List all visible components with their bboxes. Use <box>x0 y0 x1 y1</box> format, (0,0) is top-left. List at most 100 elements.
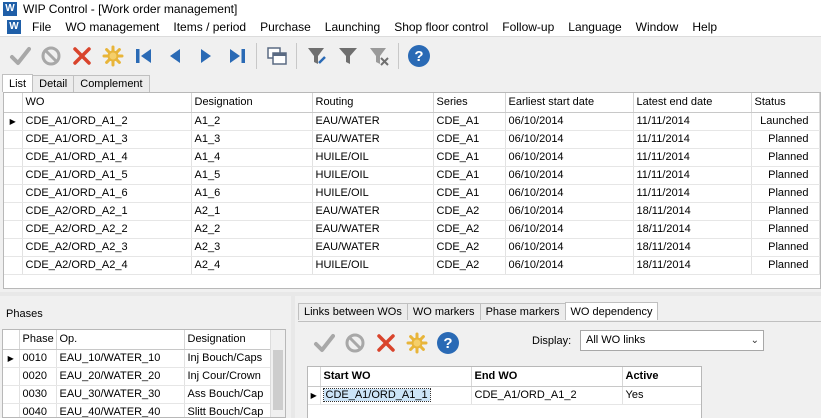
cell-routing[interactable]: EAU/WATER <box>312 202 434 221</box>
menu-help[interactable]: Help <box>685 17 724 37</box>
cell-series[interactable]: CDE_A2 <box>433 220 506 239</box>
cell-routing[interactable]: EAU/WATER <box>312 238 434 257</box>
validate-button[interactable] <box>4 41 35 71</box>
table-row[interactable]: CDE_A1/ORD_A1_4 A1_4 HUILE/OIL CDE_A1 06… <box>4 148 820 167</box>
cancel-button[interactable] <box>35 41 66 71</box>
table-row[interactable]: 0040 EAU_40/WATER_40 Slitt Bouch/Cap <box>3 403 272 417</box>
cell-wo[interactable]: CDE_A1/ORD_A1_4 <box>22 148 192 167</box>
table-row[interactable]: 0030 EAU_30/WATER_30 Ass Bouch/Cap <box>3 385 272 404</box>
column-header-series[interactable]: Series <box>433 93 506 113</box>
cell-wo[interactable]: CDE_A2/ORD_A2_1 <box>22 202 192 221</box>
filter-button[interactable] <box>332 41 363 71</box>
menu-purchase[interactable]: Purchase <box>253 17 318 37</box>
cell-designation[interactable]: Inj Bouch/Caps <box>184 349 272 368</box>
previous-record-button[interactable] <box>159 41 190 71</box>
help-button[interactable]: ? <box>403 41 434 71</box>
table-row[interactable]: CDE_A2/ORD_A2_2 A2_2 EAU/WATER CDE_A2 06… <box>4 220 820 239</box>
cell-series[interactable]: CDE_A2 <box>433 238 506 257</box>
phases-scrollbar[interactable] <box>270 330 285 417</box>
cell-wo[interactable]: CDE_A1/ORD_A1_5 <box>22 166 192 185</box>
table-row[interactable]: CDE_A2/ORD_A2_3 A2_3 EAU/WATER CDE_A2 06… <box>4 238 820 257</box>
cell-earliest-start[interactable]: 06/10/2014 <box>505 130 634 149</box>
table-row[interactable]: CDE_A1/ORD_A1_5 A1_5 HUILE/OIL CDE_A1 06… <box>4 166 820 185</box>
cell-latest-end[interactable]: 11/11/2014 <box>633 112 752 131</box>
cell-op[interactable]: EAU_20/WATER_20 <box>56 367 185 386</box>
menu-wo-management[interactable]: WO management <box>58 17 166 37</box>
menu-launching[interactable]: Launching <box>318 17 387 37</box>
cell-routing[interactable]: EAU/WATER <box>312 112 434 131</box>
cell-designation[interactable]: Ass Bouch/Cap <box>184 385 272 404</box>
tab-links-between-wos[interactable]: Links between WOs <box>298 303 408 320</box>
cell-designation[interactable]: Slitt Bouch/Cap <box>184 403 272 417</box>
column-header-wo[interactable]: WO <box>22 93 192 113</box>
delete-button[interactable] <box>66 41 97 71</box>
display-select[interactable]: All WO links ⌄ <box>580 330 764 351</box>
tab-phase-markers[interactable]: Phase markers <box>479 303 566 320</box>
cell-end-wo[interactable]: CDE_A1/ORD_A1_2 <box>471 386 623 405</box>
cell-start-wo[interactable]: CDE_A1/ORD_A1_1 <box>320 386 472 405</box>
column-header-latest-end[interactable]: Latest end date <box>633 93 752 113</box>
validate-button[interactable] <box>308 328 339 358</box>
help-button[interactable]: ? <box>432 328 463 358</box>
cell-earliest-start[interactable]: 06/10/2014 <box>505 112 634 131</box>
cell-designation[interactable]: A1_4 <box>191 148 313 167</box>
table-row[interactable]: ▶ CDE_A1/ORD_A1_1 CDE_A1/ORD_A1_2 Yes <box>308 386 701 405</box>
cell-series[interactable]: CDE_A1 <box>433 166 506 185</box>
column-header-routing[interactable]: Routing <box>312 93 434 113</box>
cell-designation[interactable]: A1_6 <box>191 184 313 203</box>
column-header-end-wo[interactable]: End WO <box>471 367 623 387</box>
table-row[interactable]: ▶ 0010 EAU_10/WATER_10 Inj Bouch/Caps <box>3 349 272 368</box>
cell-wo[interactable]: CDE_A2/ORD_A2_3 <box>22 238 192 257</box>
cell-latest-end[interactable]: 18/11/2014 <box>633 202 752 221</box>
cell-routing[interactable]: HUILE/OIL <box>312 166 434 185</box>
cell-phase[interactable]: 0030 <box>19 385 57 404</box>
cell-earliest-start[interactable]: 06/10/2014 <box>505 202 634 221</box>
cell-series[interactable]: CDE_A1 <box>433 184 506 203</box>
cell-latest-end[interactable]: 11/11/2014 <box>633 184 752 203</box>
cell-phase[interactable]: 0010 <box>19 349 57 368</box>
app-logo-icon[interactable]: W <box>7 19 21 34</box>
horizontal-splitter[interactable] <box>0 292 821 296</box>
tab-wo-markers[interactable]: WO markers <box>406 303 481 320</box>
menu-file[interactable]: File <box>25 17 58 37</box>
cell-designation[interactable]: A1_3 <box>191 130 313 149</box>
filter-edit-button[interactable] <box>301 41 332 71</box>
column-header-status[interactable]: Status <box>751 93 820 113</box>
delete-button[interactable] <box>370 328 401 358</box>
column-header-designation[interactable]: Designation <box>184 330 272 350</box>
cell-wo[interactable]: CDE_A2/ORD_A2_4 <box>22 256 192 275</box>
cell-latest-end[interactable]: 11/11/2014 <box>633 130 752 149</box>
cell-status[interactable]: Planned <box>751 220 820 239</box>
cell-latest-end[interactable]: 18/11/2014 <box>633 238 752 257</box>
next-record-button[interactable] <box>190 41 221 71</box>
cell-wo[interactable]: CDE_A1/ORD_A1_6 <box>22 184 192 203</box>
menu-shop-floor-control[interactable]: Shop floor control <box>387 17 495 37</box>
cell-earliest-start[interactable]: 06/10/2014 <box>505 238 634 257</box>
cell-status[interactable]: Planned <box>751 202 820 221</box>
cell-earliest-start[interactable]: 06/10/2014 <box>505 184 634 203</box>
cell-series[interactable]: CDE_A2 <box>433 202 506 221</box>
cell-latest-end[interactable]: 11/11/2014 <box>633 148 752 167</box>
cell-phase[interactable]: 0020 <box>19 367 57 386</box>
settings-button[interactable] <box>97 41 128 71</box>
cell-active[interactable]: Yes <box>622 386 701 405</box>
column-header-phase[interactable]: Phase <box>19 330 57 350</box>
first-record-button[interactable] <box>128 41 159 71</box>
settings-button[interactable] <box>401 328 432 358</box>
cell-status[interactable]: Planned <box>751 148 820 167</box>
cell-series[interactable]: CDE_A1 <box>433 112 506 131</box>
menu-items-period[interactable]: Items / period <box>166 17 253 37</box>
cell-designation[interactable]: A2_4 <box>191 256 313 275</box>
cell-routing[interactable]: EAU/WATER <box>312 220 434 239</box>
cell-latest-end[interactable]: 11/11/2014 <box>633 166 752 185</box>
cell-op[interactable]: EAU_30/WATER_30 <box>56 385 185 404</box>
tab-list[interactable]: List <box>2 74 34 92</box>
vertical-splitter[interactable] <box>291 296 295 418</box>
table-row[interactable]: CDE_A1/ORD_A1_6 A1_6 HUILE/OIL CDE_A1 06… <box>4 184 820 203</box>
column-header-active[interactable]: Active <box>622 367 701 387</box>
cell-routing[interactable]: EAU/WATER <box>312 130 434 149</box>
cell-designation[interactable]: A1_5 <box>191 166 313 185</box>
cancel-button[interactable] <box>339 328 370 358</box>
column-header-earliest-start[interactable]: Earliest start date <box>505 93 634 113</box>
cell-wo[interactable]: CDE_A1/ORD_A1_2 <box>22 112 192 131</box>
